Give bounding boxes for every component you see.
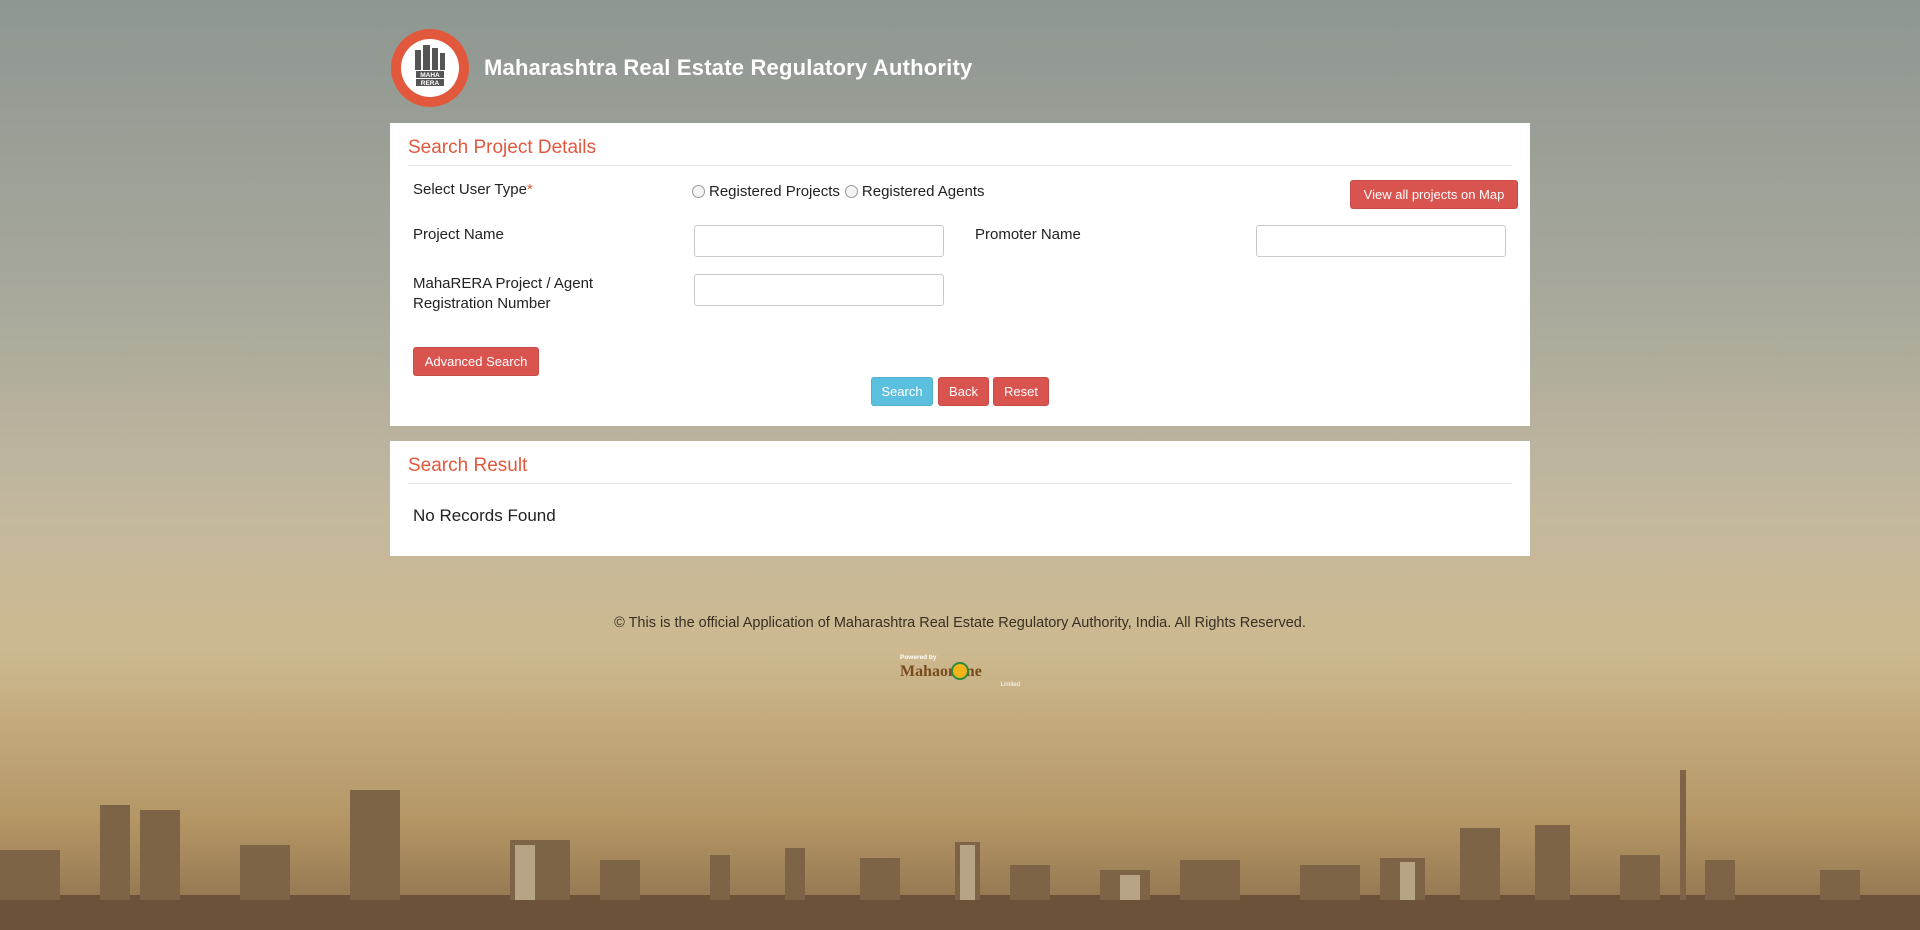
- radio-label-registered-projects[interactable]: Registered Projects: [709, 183, 840, 200]
- reset-button[interactable]: Reset: [993, 377, 1049, 406]
- search-panel-heading: Search Project Details: [408, 137, 596, 158]
- user-type-radio-group: Registered Projects Registered Agents: [692, 183, 984, 200]
- radio-registered-projects[interactable]: [692, 185, 705, 198]
- mahaonline-logo[interactable]: Powered by Mahaonline Limited: [898, 652, 1022, 690]
- registration-number-label: MahaRERA Project / Agent Registration Nu…: [413, 275, 594, 312]
- project-name-label: Project Name: [413, 226, 504, 243]
- site-title: Maharashtra Real Estate Regulatory Autho…: [484, 55, 973, 80]
- view-projects-on-map-button[interactable]: View all projects on Map: [1350, 180, 1518, 209]
- svg-text:Powered by: Powered by: [900, 654, 937, 661]
- search-panel: Search Project Details Select User Type*…: [390, 123, 1530, 426]
- svg-text:RERA: RERA: [421, 80, 440, 87]
- maharera-logo[interactable]: MAHA RERA: [390, 28, 470, 108]
- required-asterisk: *: [526, 181, 533, 198]
- result-panel-heading: Search Result: [408, 455, 528, 476]
- city-skyline-image: [0, 770, 1920, 930]
- no-records-message: No Records Found: [413, 506, 556, 525]
- promoter-name-input[interactable]: [1256, 225, 1506, 257]
- svg-text:MAHA: MAHA: [420, 72, 440, 79]
- project-name-input[interactable]: [694, 225, 944, 257]
- user-type-label: Select User Type*: [413, 181, 533, 198]
- back-button[interactable]: Back: [938, 377, 989, 406]
- registration-number-input[interactable]: [694, 274, 944, 306]
- radio-registered-agents[interactable]: [844, 185, 858, 198]
- footer-copyright: © This is the official Application of Ma…: [614, 615, 1306, 631]
- radio-label-registered-agents[interactable]: Registered Agents: [862, 183, 985, 200]
- advanced-search-button[interactable]: Advanced Search: [413, 347, 539, 376]
- svg-text:Mahaonline: Mahaonline: [900, 663, 982, 680]
- promoter-name-label: Promoter Name: [975, 226, 1081, 243]
- svg-text:Limited: Limited: [1001, 682, 1020, 688]
- site-header: MAHA RERA Maharashtra Real Estate Regula…: [390, 28, 972, 108]
- search-button[interactable]: Search: [871, 377, 933, 406]
- result-panel: Search Result No Records Found: [390, 441, 1530, 556]
